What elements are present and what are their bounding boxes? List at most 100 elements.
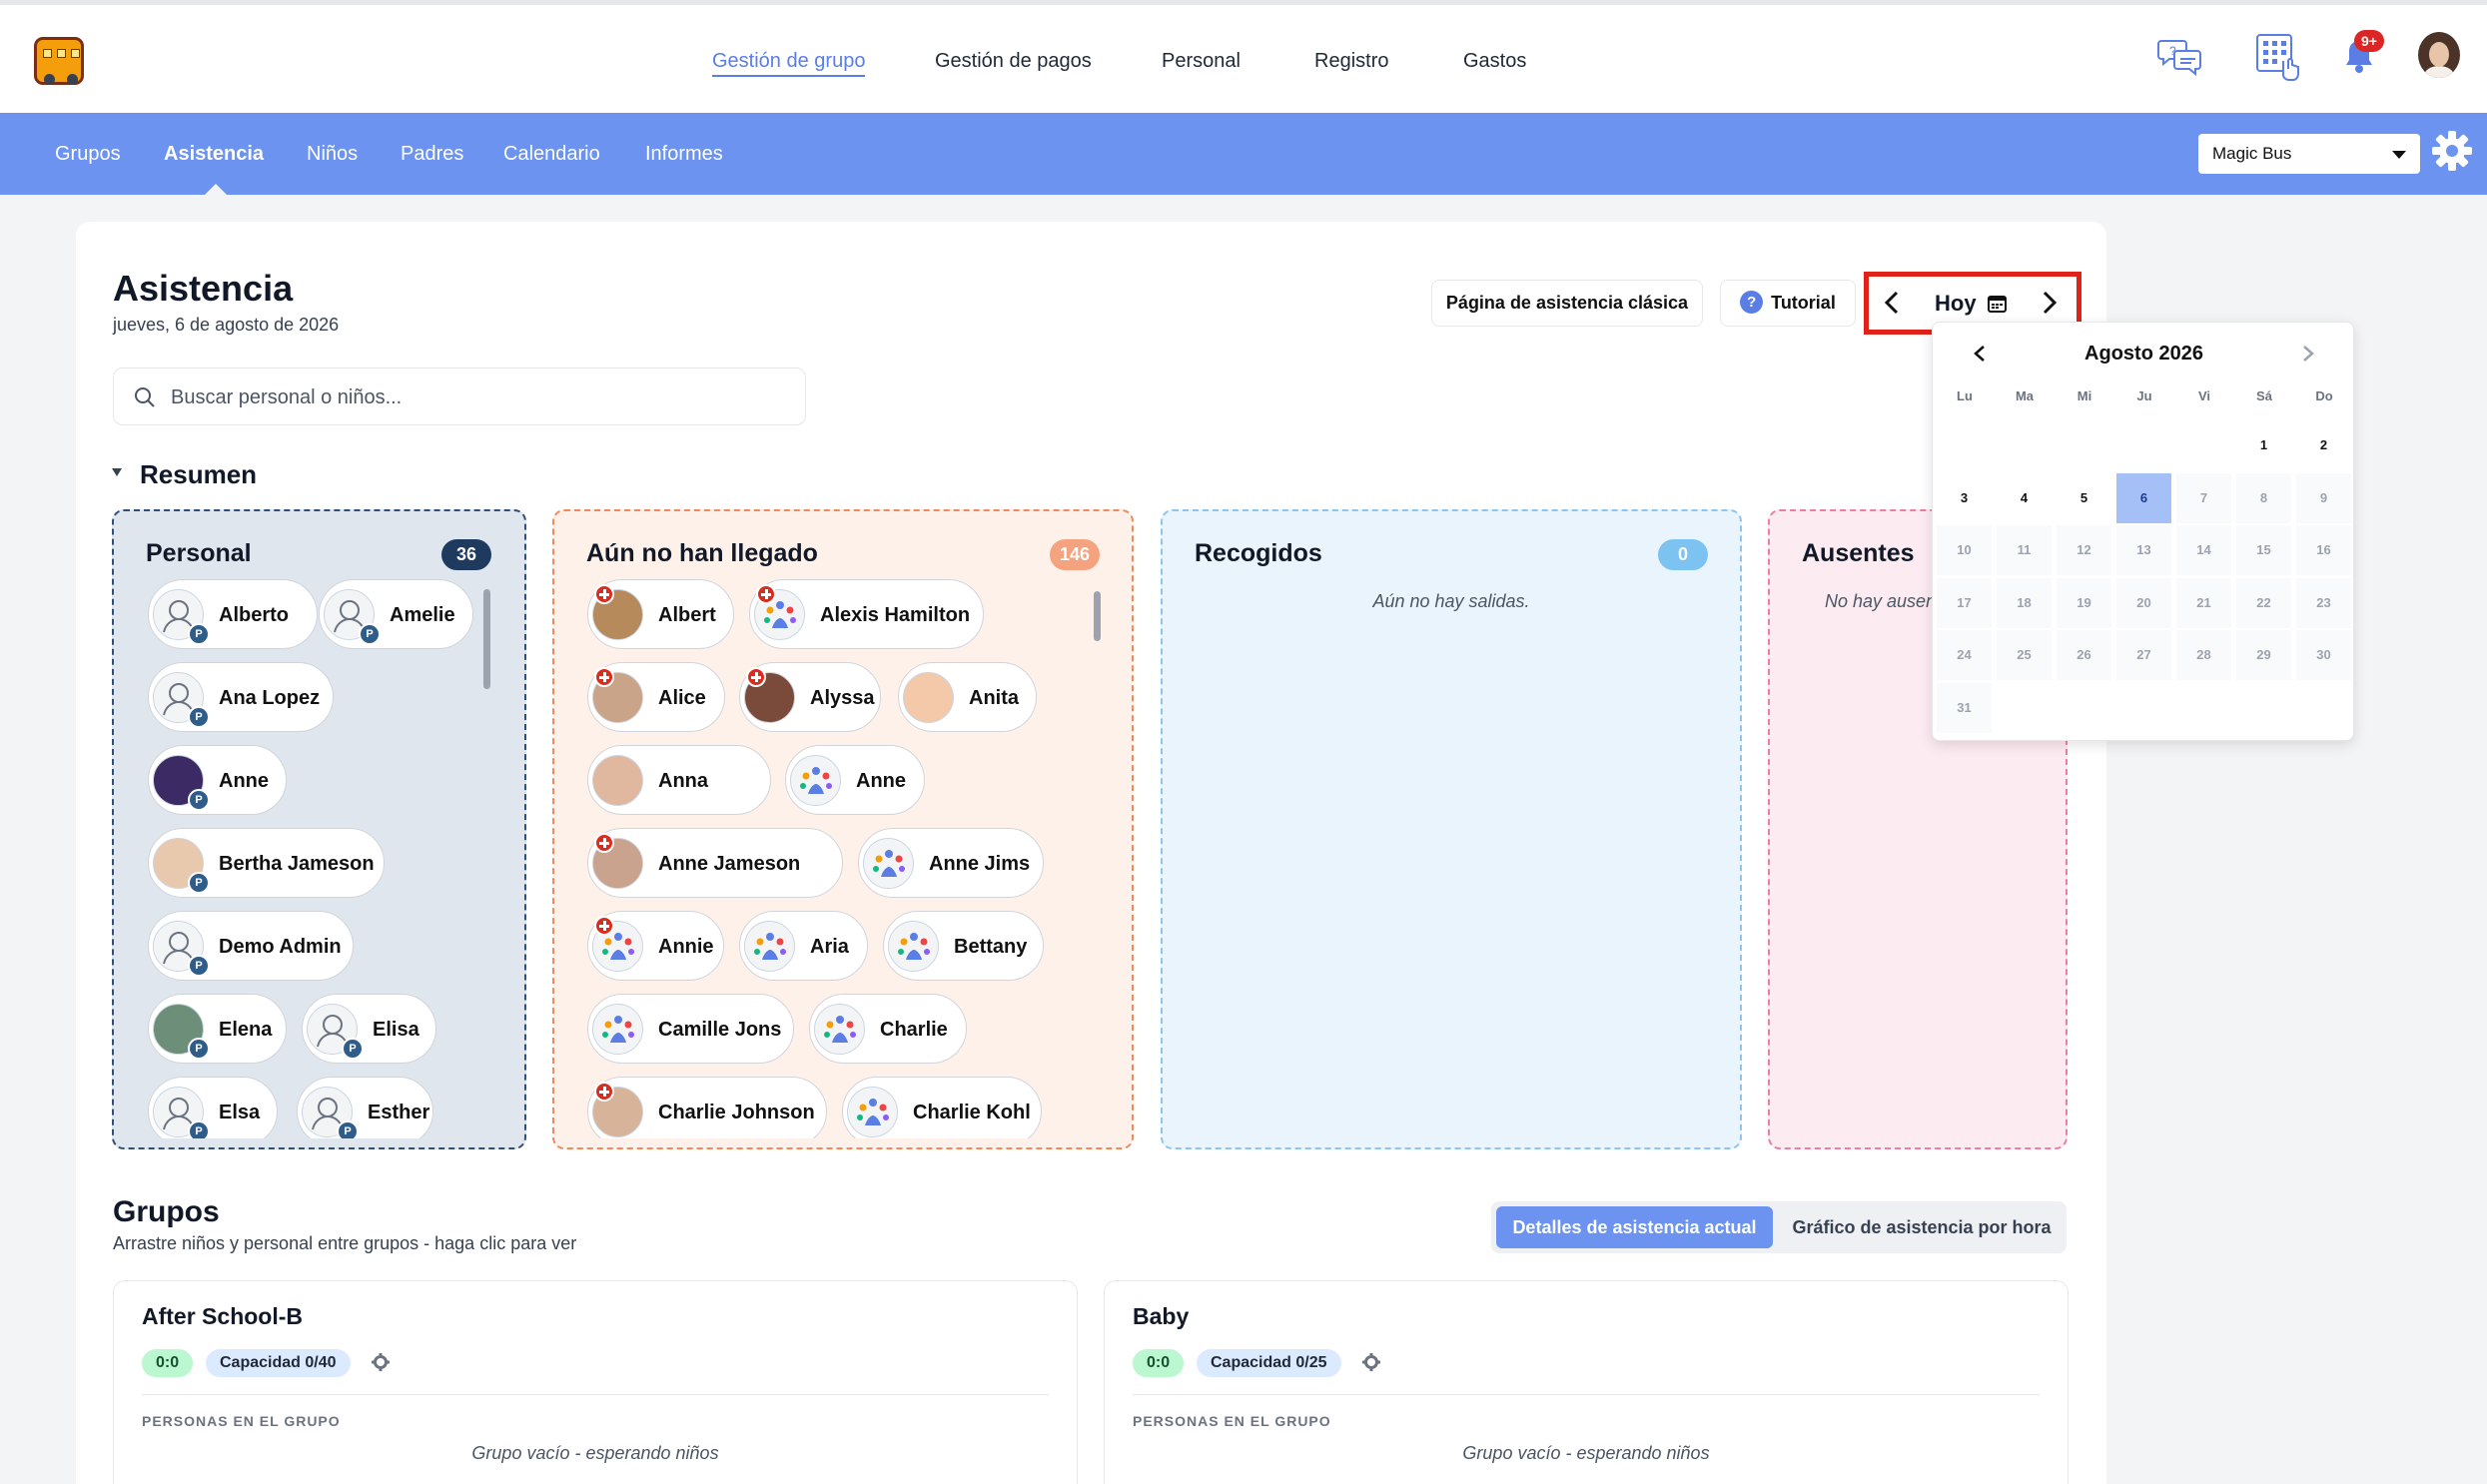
group-placeholder-icon <box>744 921 795 972</box>
collapse-triangle-icon <box>112 468 122 477</box>
staff-chip[interactable]: P Ana Lopez <box>148 662 334 732</box>
subnav-grupos[interactable]: Grupos <box>55 113 121 195</box>
child-name: Alice <box>658 687 706 709</box>
subnav-asistencia[interactable]: Asistencia <box>164 113 264 195</box>
calendar-day: 11 <box>1997 525 2052 575</box>
child-chip[interactable]: Camille Jons <box>587 994 794 1064</box>
calendar-day[interactable]: 4 <box>1997 473 2052 523</box>
calendar-day: 16 <box>2296 525 2351 575</box>
subnav-padres[interactable]: Padres <box>401 113 463 195</box>
divider <box>142 1394 1049 1395</box>
staff-chip[interactable]: P Alberto <box>148 579 318 649</box>
child-chip[interactable]: Anne <box>785 745 925 815</box>
role-badge: P <box>188 706 210 728</box>
staff-chip[interactable]: P Bertha Jameson <box>148 828 385 898</box>
chat-help-icon[interactable]: ? <box>2157 37 2203 77</box>
child-chip[interactable]: Anna Johns <box>587 745 771 862</box>
people-in-group-label: PERSONAS EN EL GRUPO <box>142 1413 341 1429</box>
staff-chip[interactable]: P Anne <box>148 745 287 815</box>
child-chip[interactable]: Albert <box>587 579 734 649</box>
staff-chip[interactable]: P Elsa <box>148 1077 278 1138</box>
staff-chip[interactable]: P Esther <box>297 1077 433 1138</box>
summary-section-toggle[interactable]: Resumen <box>112 459 257 490</box>
group-card[interactable]: After School-B 0:0 Capacidad 0/40 PERSON… <box>113 1280 1078 1484</box>
child-chip[interactable]: Anne Jameson <box>587 828 843 898</box>
calendar-icon[interactable] <box>1988 294 2007 313</box>
calendar-month: Agosto 2026 <box>2084 343 2203 365</box>
chevron-right-icon[interactable] <box>2041 291 2059 315</box>
staff-name: Alberto <box>219 604 289 626</box>
groups-view-toggle: Detalles de asistencia actual Gráfico de… <box>1491 1201 2067 1253</box>
child-chip[interactable]: Annie <box>587 911 724 981</box>
subnav-ninos[interactable]: Niños <box>307 113 358 195</box>
calendar-day[interactable]: 2 <box>2296 420 2351 470</box>
hourly-chart-tab[interactable]: Gráfico de asistencia por hora <box>1783 1206 2061 1248</box>
staff-name: Esther <box>368 1102 430 1123</box>
calendar-day: 23 <box>2296 577 2351 628</box>
child-name: Bettany <box>954 936 1028 958</box>
group-settings-icon[interactable] <box>1362 1353 1380 1371</box>
calendar-day[interactable]: 1 <box>2236 420 2291 470</box>
calendar-day: 21 <box>2176 577 2231 628</box>
group-placeholder-icon <box>592 1004 643 1055</box>
calendar-day: 15 <box>2236 525 2291 575</box>
calendar-day[interactable]: 6 <box>2116 472 2171 523</box>
user-avatar[interactable] <box>2418 32 2460 78</box>
notification-badge: 9+ <box>2354 30 2384 52</box>
child-chip[interactable]: Anne Jims <box>858 828 1044 898</box>
staff-chip[interactable]: P Elisa <box>302 994 436 1064</box>
child-chip[interactable]: Bettany <box>883 911 1044 981</box>
magic-bus-logo[interactable] <box>34 37 84 85</box>
keypad-kiosk-icon[interactable] <box>2255 33 2299 81</box>
page-title: Asistencia <box>113 268 294 309</box>
top-bar: Gestión de grupo Gestión de pagos Person… <box>0 0 2487 113</box>
calendar-day[interactable]: 3 <box>1937 473 1992 523</box>
staff-chip[interactable]: P Amelie <box>319 579 473 649</box>
gear-icon[interactable] <box>2431 130 2473 172</box>
nav-gastos[interactable]: Gastos <box>1463 5 1526 113</box>
nav-registro[interactable]: Registro <box>1314 5 1388 113</box>
next-month-icon[interactable] <box>2301 345 2315 363</box>
child-chip[interactable]: Charlie Kohl <box>842 1077 1042 1138</box>
child-name: Anita <box>969 687 1019 709</box>
child-chip[interactable]: Aria <box>739 911 868 981</box>
child-photo <box>903 672 954 723</box>
chevron-left-icon[interactable] <box>1883 291 1901 315</box>
staff-name: Amelie <box>390 604 455 626</box>
ratio-pill: 0:0 <box>1133 1349 1185 1377</box>
group-empty-message: Grupo vacío - esperando niños <box>471 1443 719 1463</box>
groups-subtitle: Arrastre niños y personal entre grupos -… <box>113 1233 577 1253</box>
current-details-tab[interactable]: Detalles de asistencia actual <box>1496 1206 1773 1248</box>
calendar-day[interactable]: 5 <box>2057 473 2111 523</box>
child-chip[interactable]: Alexis Hamilton <box>749 579 984 649</box>
child-chip[interactable]: Charlie <box>809 994 967 1064</box>
classic-attendance-button[interactable]: Página de asistencia clásica <box>1431 280 1703 327</box>
child-chip[interactable]: Charlie Johnson <box>587 1077 827 1138</box>
group-card[interactable]: Baby 0:0 Capacidad 0/25 PERSONAS EN EL G… <box>1104 1280 2069 1484</box>
staff-chip[interactable]: P Elena <box>148 994 287 1064</box>
child-chip[interactable]: Alice <box>587 662 725 732</box>
calendar-day: 29 <box>2236 630 2291 680</box>
nav-personal[interactable]: Personal <box>1162 5 1241 113</box>
calendar-day: 25 <box>1997 630 2052 680</box>
staff-name: Elisa <box>373 1019 419 1041</box>
search-input[interactable]: Buscar personal o niños... <box>113 368 806 425</box>
nav-gestion-pagos[interactable]: Gestión de pagos <box>935 5 1092 113</box>
weekday-label: Mi <box>2076 388 2092 403</box>
subnav-informes[interactable]: Informes <box>645 113 723 195</box>
medical-alert-icon <box>594 667 614 687</box>
child-chip[interactable]: Alyssa <box>739 662 881 732</box>
group-placeholder-icon <box>888 921 939 972</box>
subnav-calendario[interactable]: Calendario <box>503 113 600 195</box>
role-badge: P <box>188 872 210 894</box>
child-chip[interactable]: Anita <box>898 662 1037 732</box>
role-badge: P <box>342 1038 364 1060</box>
group-settings-icon[interactable] <box>372 1353 390 1371</box>
nav-gestion-grupo[interactable]: Gestión de grupo <box>712 5 866 113</box>
location-select[interactable]: Magic Bus <box>2198 134 2420 174</box>
staff-chip[interactable]: P Demo Admin <box>148 911 354 981</box>
tutorial-button[interactable]: ? Tutorial <box>1720 280 1856 327</box>
role-badge: P <box>337 1120 359 1138</box>
group-placeholder-icon <box>863 838 914 889</box>
active-tab-caret <box>205 184 227 195</box>
